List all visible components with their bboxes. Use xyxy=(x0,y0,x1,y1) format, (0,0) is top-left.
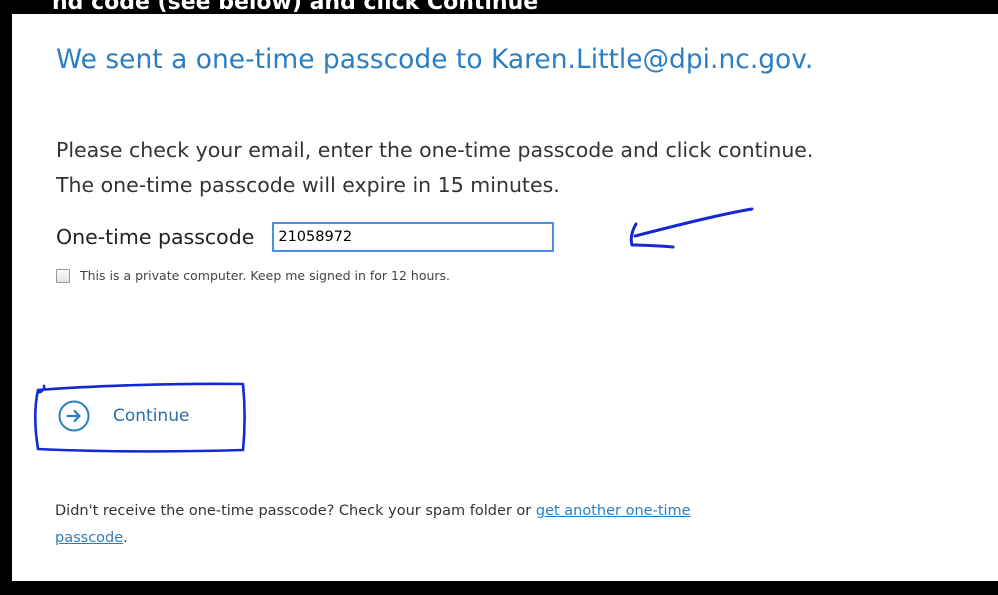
get-another-passcode-link-part1: get another one-time xyxy=(535,503,691,519)
resend-help-end: . xyxy=(123,530,128,546)
continue-button-label: Continue xyxy=(113,406,190,426)
get-another-passcode-link-part2: passcode xyxy=(55,530,124,546)
instructions-line-2: The one-time passcode will expire in 15 … xyxy=(56,173,560,197)
continue-button[interactable]: Continue xyxy=(57,394,189,438)
instructions: Please check your email, enter the one-t… xyxy=(56,133,813,203)
passcode-label: One-time passcode xyxy=(56,225,255,249)
page-title: We sent a one-time passcode to Karen.Lit… xyxy=(56,44,814,75)
arrow-right-circle-icon xyxy=(58,400,90,432)
remember-me-label: This is a private computer. Keep me sign… xyxy=(80,268,451,283)
passcode-panel: We sent a one-time passcode to Karen.Lit… xyxy=(12,14,998,581)
passcode-input[interactable] xyxy=(272,222,555,252)
remember-me-checkbox[interactable] xyxy=(56,268,70,283)
resend-help-text: Didn't receive the one-time passcode? Ch… xyxy=(55,498,955,552)
instructions-line-1: Please check your email, enter the one-t… xyxy=(56,138,814,162)
resend-help-prefix: Didn't receive the one-time passcode? Ch… xyxy=(55,503,536,519)
passcode-row: One-time passcode xyxy=(56,220,555,254)
remember-me-row: This is a private computer. Keep me sign… xyxy=(56,268,450,283)
cropped-instruction-banner: nd code (see below) and click Continue xyxy=(0,0,998,14)
cropped-instruction-text: nd code (see below) and click Continue xyxy=(52,0,539,14)
